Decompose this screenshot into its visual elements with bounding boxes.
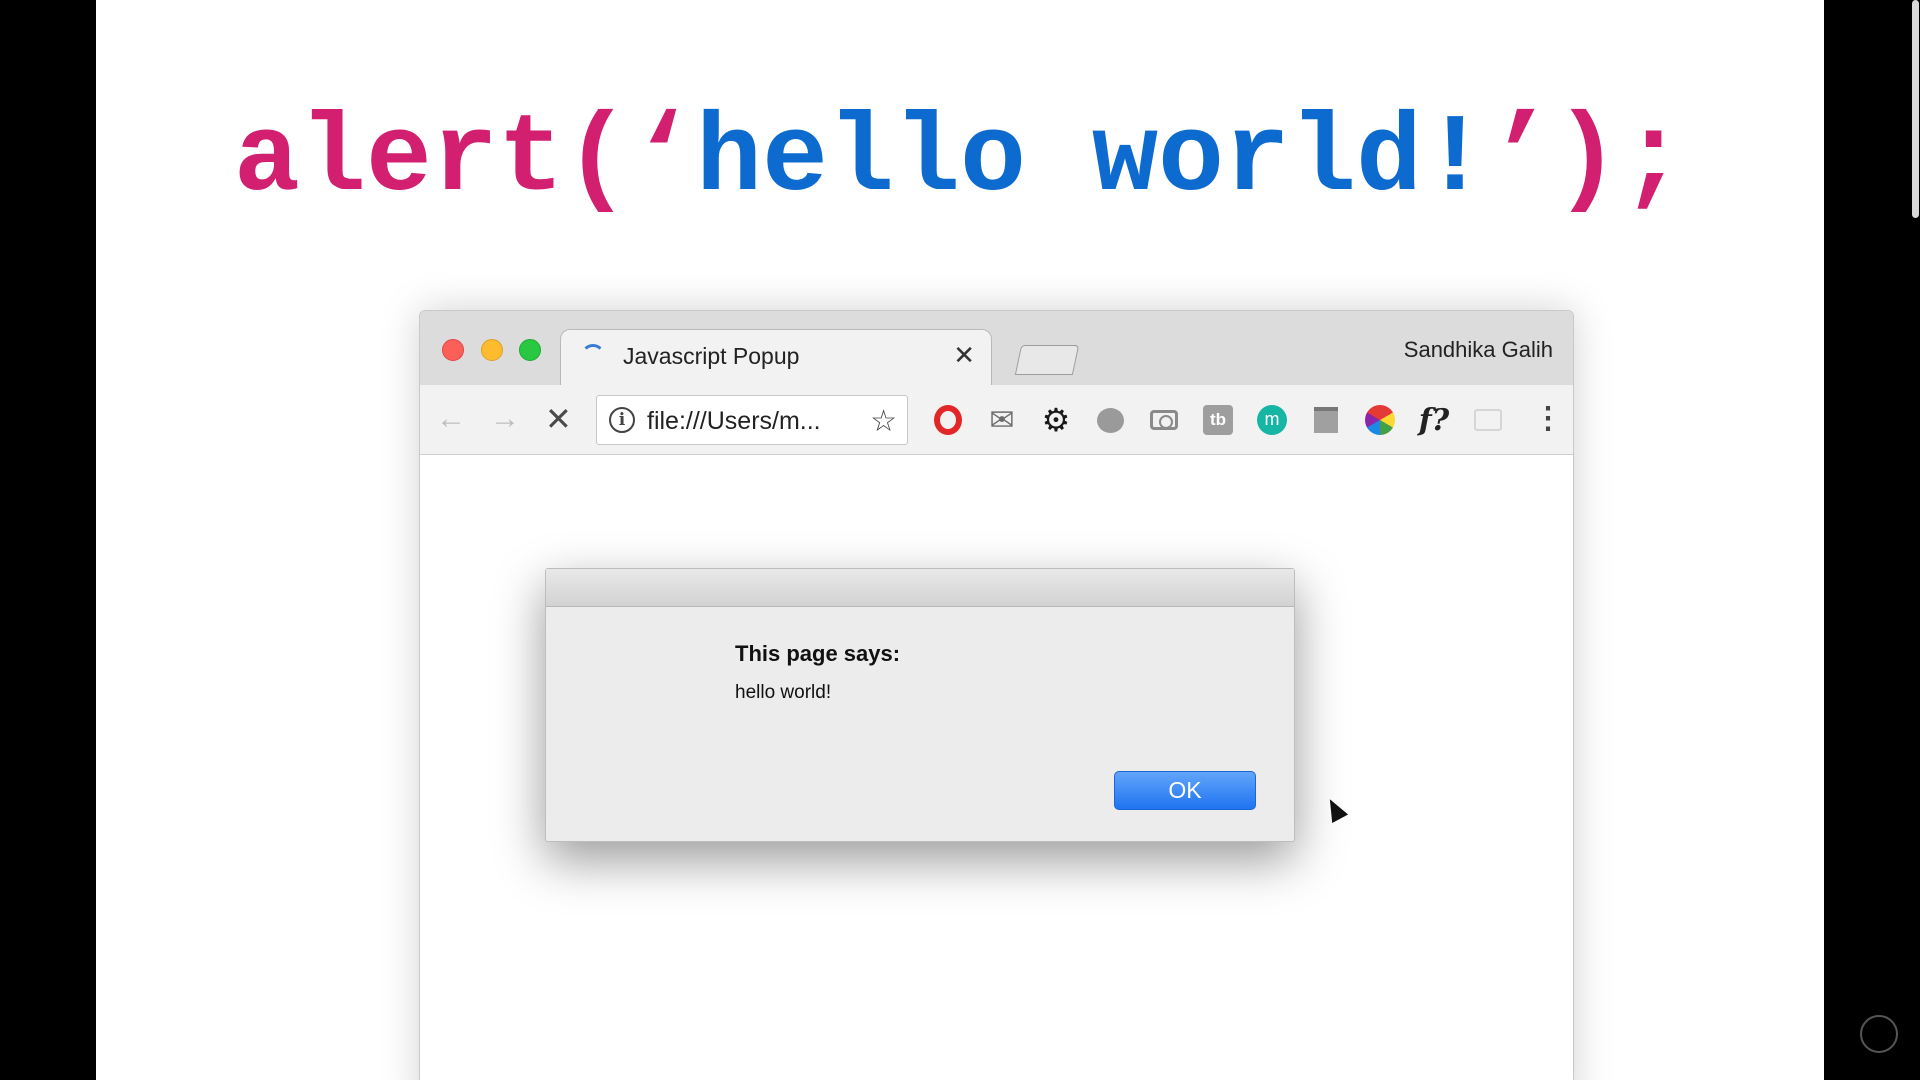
forward-arrow-icon[interactable]: → (490, 401, 520, 437)
new-tab-button[interactable] (1014, 345, 1080, 375)
opera-extension-icon[interactable] (929, 401, 967, 439)
gmail-checker-icon[interactable]: ✉ (983, 401, 1021, 439)
code-string: hello world! (695, 98, 1489, 223)
loading-spinner-icon (581, 344, 605, 368)
code-alert-prefix: alert( (233, 98, 630, 223)
browser-toolbar: ← → ✕ i file:///Users/m... ☆ ✉ ⚙ tb m f?… (420, 385, 1573, 455)
gear-icon[interactable]: ⚙ (1037, 401, 1075, 439)
tb-extension-icon[interactable]: tb (1199, 401, 1237, 439)
slide-code-title: alert(‘hello world!’); (96, 98, 1824, 223)
browser-tab[interactable]: Javascript Popup ✕ (560, 329, 992, 385)
window-minimize-button[interactable] (481, 339, 503, 361)
address-bar[interactable]: i file:///Users/m... ☆ (596, 395, 908, 445)
profile-name[interactable]: Sandhika Galih (1404, 337, 1553, 363)
tab-close-icon[interactable]: ✕ (953, 340, 975, 371)
stop-loading-icon[interactable]: ✕ (545, 401, 572, 437)
dialog-titlebar (546, 569, 1294, 607)
slide: alert(‘hello world!’); Javascript Popup … (96, 0, 1824, 1080)
scrollbar-thumb[interactable] (1912, 0, 1919, 218)
code-quote-close: ’ (1488, 98, 1555, 223)
chat-bubble-icon[interactable] (1091, 401, 1129, 439)
more-menu-icon[interactable]: ⋮ (1533, 401, 1563, 437)
code-quote-open: ‘ (629, 98, 696, 223)
browser-titlebar: Javascript Popup ✕ Sandhika Galih (420, 311, 1573, 385)
trash-icon[interactable] (1307, 401, 1345, 439)
dialog-message: hello world! (735, 682, 832, 703)
ok-button[interactable]: OK (1114, 771, 1256, 810)
color-wheel-icon[interactable] (1361, 401, 1399, 439)
window-close-button[interactable] (442, 339, 464, 361)
alert-dialog: This page says: hello world! OK (545, 568, 1295, 842)
whatfont-icon[interactable]: f? (1415, 401, 1453, 439)
camera-icon[interactable] (1145, 401, 1183, 439)
dialog-heading: This page says: (735, 641, 901, 666)
bookmark-star-icon[interactable]: ☆ (870, 404, 897, 439)
watermark-logo-icon (1860, 1015, 1898, 1053)
tb-extension-label: tb (1203, 405, 1233, 435)
tab-title: Javascript Popup (623, 343, 800, 369)
code-suffix: ); (1554, 98, 1687, 223)
blank-extension-icon[interactable] (1469, 401, 1507, 439)
back-arrow-icon[interactable]: ← (436, 401, 466, 437)
window-maximize-button[interactable] (519, 339, 541, 361)
info-icon[interactable]: i (609, 407, 635, 433)
m-extension-icon[interactable]: m (1253, 401, 1291, 439)
url-text[interactable]: file:///Users/m... (647, 407, 821, 436)
m-extension-label: m (1257, 405, 1287, 435)
